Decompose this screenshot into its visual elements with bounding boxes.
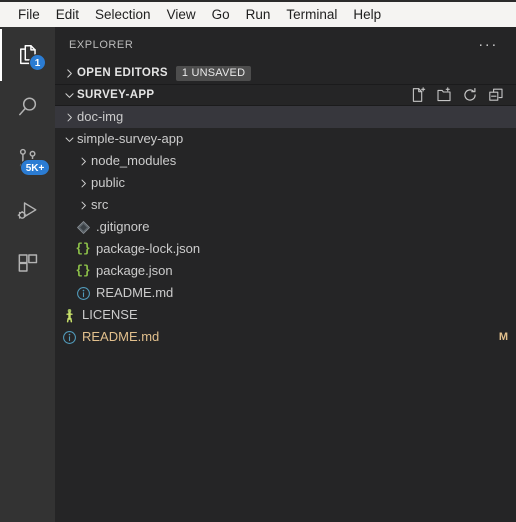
new-folder-icon[interactable] bbox=[436, 87, 452, 103]
activity-bar-item-search[interactable] bbox=[0, 81, 55, 133]
file-tree: doc-img simple-survey-app node_modules p… bbox=[55, 106, 516, 522]
explorer-badge: 1 bbox=[29, 54, 46, 71]
workspace-folder-label: SURVEY-APP bbox=[77, 89, 155, 101]
activity-bar-item-source-control[interactable]: 5K+ bbox=[0, 133, 55, 185]
tree-file-row[interactable]: .gitignore bbox=[55, 216, 516, 238]
run-and-debug-icon bbox=[15, 198, 41, 224]
tree-item-label: doc-img bbox=[77, 109, 124, 124]
tree-item-label: simple-survey-app bbox=[77, 131, 184, 146]
tree-item-label: src bbox=[91, 197, 109, 212]
tree-file-row[interactable]: README.md bbox=[55, 282, 516, 304]
json-file-icon: {} bbox=[75, 264, 91, 278]
tree-file-row[interactable]: {} package.json bbox=[55, 260, 516, 282]
chevron-down-icon bbox=[61, 84, 77, 106]
active-indicator bbox=[0, 81, 2, 133]
tree-file-row[interactable]: {} package-lock.json bbox=[55, 238, 516, 260]
extensions-icon bbox=[15, 250, 41, 276]
refresh-icon[interactable] bbox=[462, 87, 478, 103]
tree-item-label: public bbox=[91, 175, 125, 190]
menu-item-go[interactable]: Go bbox=[204, 4, 238, 26]
git-file-icon bbox=[75, 219, 91, 235]
tree-folder-row[interactable]: src bbox=[55, 194, 516, 216]
chevron-right-icon bbox=[75, 200, 91, 211]
collapse-all-icon[interactable] bbox=[488, 87, 504, 103]
menu-item-help[interactable]: Help bbox=[345, 4, 389, 26]
tree-file-row[interactable]: README.md M bbox=[55, 326, 516, 348]
unsaved-badge: 1 UNSAVED bbox=[175, 65, 252, 81]
json-file-icon: {} bbox=[75, 242, 91, 256]
tree-item-label: README.md bbox=[96, 285, 174, 300]
tree-item-label: node_modules bbox=[91, 153, 177, 168]
chevron-right-icon bbox=[75, 178, 91, 189]
tree-item-label: README.md bbox=[82, 329, 160, 344]
tree-file-row[interactable]: LICENSE bbox=[55, 304, 516, 326]
menu-bar: File Edit Selection View Go Run Terminal… bbox=[0, 0, 516, 27]
git-status-badge: M bbox=[498, 331, 508, 343]
tree-folder-row[interactable]: public bbox=[55, 172, 516, 194]
section-open-editors[interactable]: OPEN EDITORS 1 UNSAVED bbox=[55, 62, 516, 84]
activity-bar-item-run-debug[interactable] bbox=[0, 185, 55, 237]
workbench: 1 5K+ EXPLORER ··· OPEN EDITORS 1 UNSAVE… bbox=[0, 27, 516, 522]
chevron-right-icon bbox=[75, 156, 91, 167]
activity-bar-item-extensions[interactable] bbox=[0, 237, 55, 289]
active-indicator bbox=[0, 185, 2, 237]
tree-item-label: .gitignore bbox=[96, 219, 150, 234]
activity-bar-item-explorer[interactable]: 1 bbox=[0, 29, 55, 81]
tree-item-label: LICENSE bbox=[82, 307, 138, 322]
license-file-icon bbox=[61, 307, 77, 323]
menu-item-view[interactable]: View bbox=[159, 4, 204, 26]
active-indicator bbox=[0, 237, 2, 289]
active-indicator bbox=[0, 29, 2, 81]
menu-item-terminal[interactable]: Terminal bbox=[278, 4, 345, 26]
tree-folder-row[interactable]: doc-img bbox=[55, 106, 516, 128]
search-icon bbox=[15, 94, 41, 120]
chevron-right-icon bbox=[61, 62, 77, 84]
menu-item-run[interactable]: Run bbox=[238, 4, 279, 26]
activity-bar: 1 5K+ bbox=[0, 27, 55, 522]
tree-folder-row[interactable]: node_modules bbox=[55, 150, 516, 172]
tree-folder-row[interactable]: simple-survey-app bbox=[55, 128, 516, 150]
new-file-icon[interactable] bbox=[410, 87, 426, 103]
open-editors-label: OPEN EDITORS bbox=[77, 67, 168, 79]
tree-item-label: package.json bbox=[96, 263, 173, 278]
menu-item-edit[interactable]: Edit bbox=[48, 4, 87, 26]
markdown-file-icon bbox=[61, 329, 77, 345]
explorer-title-bar: EXPLORER ··· bbox=[55, 27, 516, 62]
menu-item-file[interactable]: File bbox=[10, 4, 48, 26]
explorer-sidebar: EXPLORER ··· OPEN EDITORS 1 UNSAVED SURV… bbox=[55, 27, 516, 522]
section-workspace-folder[interactable]: SURVEY-APP bbox=[55, 84, 516, 106]
vscode-window: File Edit Selection View Go Run Terminal… bbox=[0, 0, 516, 522]
chevron-down-icon bbox=[61, 134, 77, 145]
explorer-actions bbox=[410, 87, 516, 103]
page-title: EXPLORER bbox=[69, 38, 134, 51]
menu-item-selection[interactable]: Selection bbox=[87, 4, 159, 26]
chevron-right-icon bbox=[61, 112, 77, 123]
source-control-badge: 5K+ bbox=[20, 159, 50, 176]
more-actions-icon[interactable]: ··· bbox=[476, 36, 500, 54]
markdown-file-icon bbox=[75, 285, 91, 301]
tree-item-label: package-lock.json bbox=[96, 241, 201, 256]
active-indicator bbox=[0, 133, 2, 185]
